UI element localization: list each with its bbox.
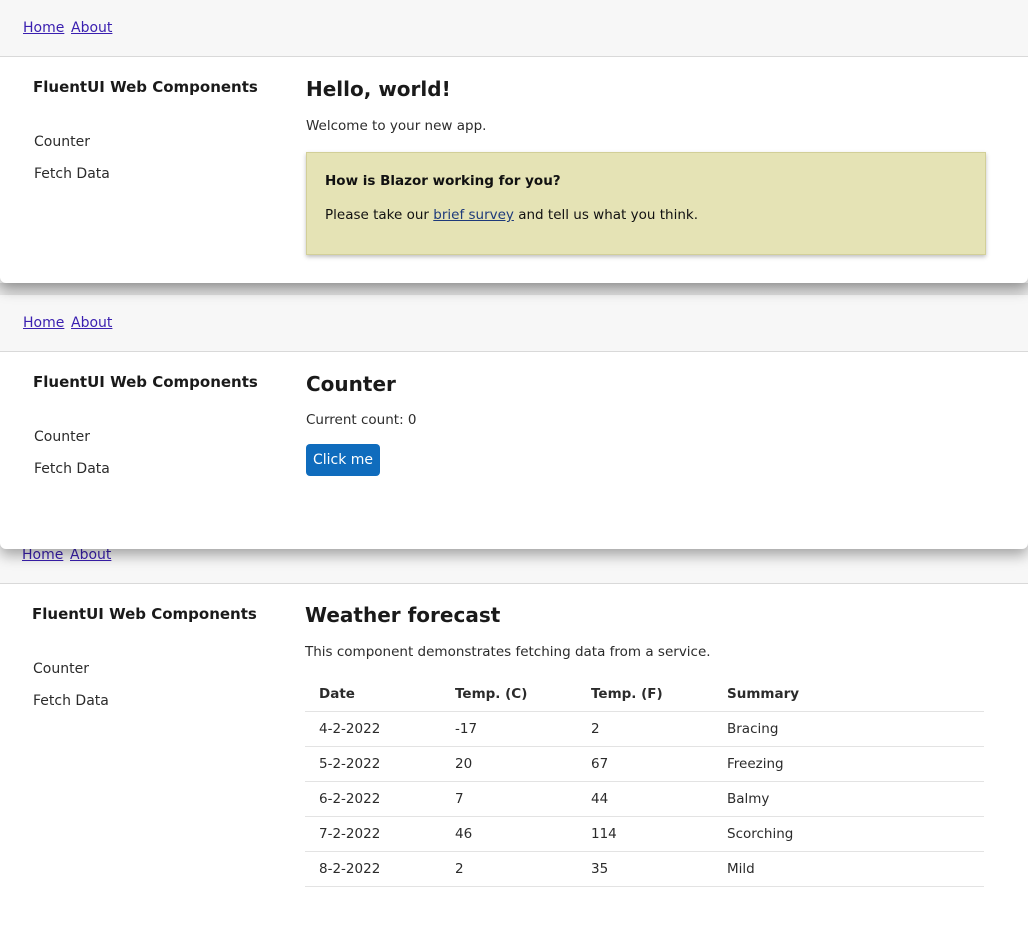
home-link[interactable]: Home (23, 20, 64, 36)
cell-summary: Mild (713, 851, 984, 887)
cell-date: 4-2-2022 (305, 711, 441, 747)
column-header-temp-f: Temp. (F) (577, 677, 713, 712)
cell-temp-f: 67 (577, 746, 713, 782)
welcome-text: Welcome to your new app. (306, 118, 487, 134)
brief-survey-link[interactable]: brief survey (433, 207, 514, 223)
page-title: Counter (306, 372, 396, 396)
table-row: 6-2-2022 7 44 Balmy (305, 781, 984, 817)
table-header-row: Date Temp. (C) Temp. (F) Summary (305, 677, 984, 712)
column-header-summary: Summary (713, 677, 984, 712)
home-link[interactable]: Home (23, 315, 64, 331)
click-me-button[interactable]: Click me (306, 444, 380, 476)
cell-temp-f: 35 (577, 851, 713, 887)
survey-text-before: Please take our (325, 207, 434, 223)
panel-gap (0, 283, 1028, 295)
survey-prompt: How is Blazor working for you? Please ta… (306, 152, 986, 255)
cell-summary: Scorching (713, 816, 984, 852)
cell-summary: Balmy (713, 781, 984, 817)
cell-temp-c: 7 (441, 781, 577, 817)
home-content: Hello, world! Welcome to your new app. H… (0, 57, 1028, 283)
survey-question: How is Blazor working for you? (325, 173, 561, 189)
counter-content: Counter Current count: 0 Click me (0, 352, 1028, 549)
weather-content: Weather forecast This component demonstr… (0, 583, 1028, 932)
counter-panel: Home About FluentUI Web Components Count… (0, 295, 1028, 549)
page-title: Hello, world! (306, 77, 451, 101)
cell-date: 5-2-2022 (305, 746, 441, 782)
table-row: 7-2-2022 46 114 Scorching (305, 816, 984, 852)
cell-temp-c: -17 (441, 711, 577, 747)
cell-temp-f: 114 (577, 816, 713, 852)
column-header-date: Date (305, 677, 441, 712)
survey-text: Please take our brief survey and tell us… (325, 207, 698, 223)
column-header-temp-c: Temp. (C) (441, 677, 577, 712)
cell-summary: Bracing (713, 711, 984, 747)
weather-description: This component demonstrates fetching dat… (305, 644, 711, 660)
cell-summary: Freezing (713, 746, 984, 782)
cell-temp-c: 2 (441, 851, 577, 887)
cell-date: 8-2-2022 (305, 851, 441, 887)
cell-temp-c: 46 (441, 816, 577, 852)
current-count: Current count: 0 (306, 412, 417, 428)
weather-table: Date Temp. (C) Temp. (F) Summary 4-2-202… (305, 677, 984, 887)
table-row: 8-2-2022 2 35 Mild (305, 851, 984, 887)
survey-text-after: and tell us what you think. (513, 207, 698, 223)
cell-date: 6-2-2022 (305, 781, 441, 817)
cell-temp-f: 2 (577, 711, 713, 747)
fetch-data-panel: Home About FluentUI Web Components Count… (0, 528, 1028, 932)
cell-date: 7-2-2022 (305, 816, 441, 852)
cell-temp-f: 44 (577, 781, 713, 817)
table-row: 4-2-2022 -17 2 Bracing (305, 711, 984, 747)
cell-temp-c: 20 (441, 746, 577, 782)
home-link[interactable]: Home (22, 547, 63, 563)
table-row: 5-2-2022 20 67 Freezing (305, 746, 984, 782)
page-title: Weather forecast (305, 603, 501, 627)
home-panel: Home About FluentUI Web Components Count… (0, 0, 1028, 283)
top-nav: Home About (0, 0, 1028, 57)
top-nav: Home About (0, 295, 1028, 352)
about-link[interactable]: About (70, 547, 111, 563)
about-link[interactable]: About (71, 315, 112, 331)
about-link[interactable]: About (71, 20, 112, 36)
